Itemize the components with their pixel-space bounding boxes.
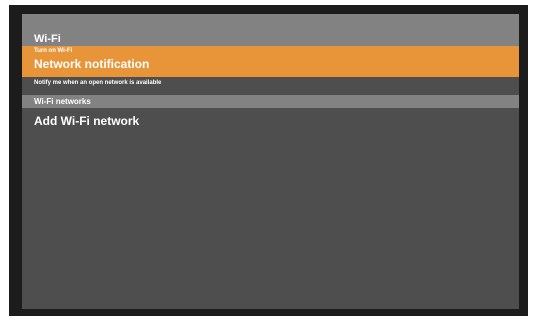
add-wifi-network-item[interactable]: Add Wi-Fi network	[34, 114, 139, 129]
wifi-networks-section-header: Wi-Fi networks	[22, 95, 519, 108]
network-notification-item[interactable]: Turn on Wi-Fi Network notification	[22, 46, 519, 77]
title-bar	[22, 14, 519, 46]
wifi-toggle-label[interactable]: Turn on Wi-Fi	[34, 48, 72, 55]
page-title: Wi-Fi	[34, 33, 61, 45]
wifi-settings-screen: Wi-Fi Turn on Wi-Fi Network notification…	[22, 14, 519, 309]
network-notification-title: Network notification	[34, 57, 150, 71]
wifi-networks-section-label: Wi-Fi networks	[34, 97, 91, 106]
network-notification-description: Notify me when an open network is availa…	[34, 80, 162, 86]
